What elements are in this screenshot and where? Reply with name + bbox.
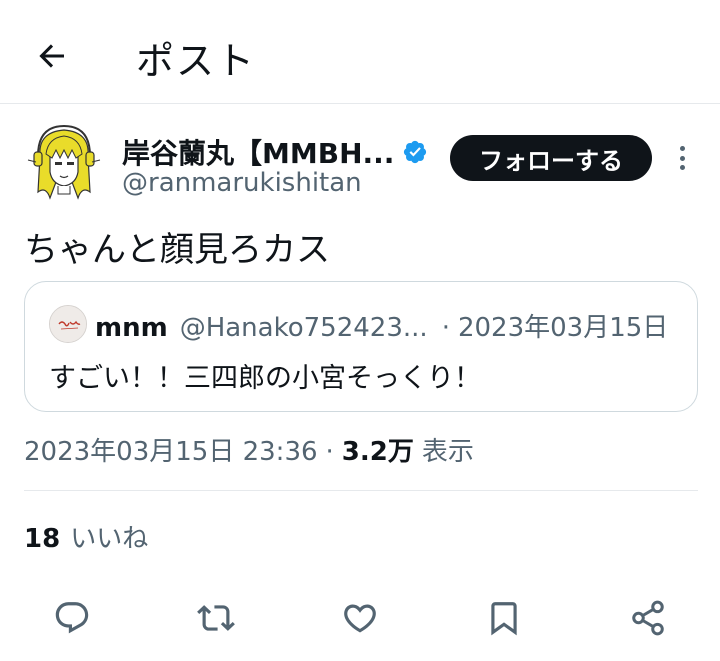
share-icon (632, 600, 664, 636)
quoted-post-card[interactable]: mnm @Hanako752423... · 2023年03月15日 すごい！！… (24, 281, 698, 412)
repost-button[interactable] (194, 596, 238, 640)
heart-icon (344, 604, 376, 633)
author-name[interactable]: 岸谷蘭丸【MMBH... (122, 132, 394, 172)
quote-text: すごい！！三四郎の小宮そっくり！ (49, 363, 481, 394)
likes-label: いいね (70, 524, 149, 554)
repost-icon (197, 605, 235, 631)
like-button[interactable] (338, 596, 382, 640)
reply-button[interactable] (50, 596, 94, 640)
post-text: ちゃんと顔見ろカス (24, 230, 330, 270)
likes-count: 18 (24, 524, 61, 554)
meta-separator: · (325, 437, 334, 467)
view-count: 3.2万 (341, 437, 414, 467)
post-timestamp[interactable]: 2023年03月15日 23:36 (24, 431, 318, 468)
divider (24, 490, 698, 491)
arrow-left-icon (39, 44, 64, 68)
page-title: ポスト (136, 39, 257, 83)
action-bar (0, 596, 720, 640)
follow-button[interactable]: フォローする (450, 135, 652, 181)
post-meta: 2023年03月15日 23:36 · 3.2万 表示 (24, 431, 474, 468)
quote-header: mnm @Hanako752423... · 2023年03月15日 (95, 307, 668, 344)
quote-author-name: mnm (95, 313, 168, 343)
reply-icon (55, 602, 89, 634)
top-bar: ポスト (0, 0, 720, 104)
more-vertical-icon (679, 146, 685, 151)
back-button[interactable] (28, 32, 76, 80)
quote-author-handle: @Hanako752423... (179, 313, 428, 343)
quote-avatar[interactable] (49, 305, 87, 343)
more-options-button[interactable] (668, 142, 696, 174)
author-handle[interactable]: @ranmarukishitan (122, 168, 362, 198)
author-name-row[interactable]: 岸谷蘭丸【MMBH... (122, 132, 428, 172)
verified-badge-icon (404, 140, 427, 164)
author-avatar[interactable] (26, 122, 102, 206)
quote-date: 2023年03月15日 (457, 313, 669, 343)
bookmark-icon (491, 602, 517, 636)
share-button[interactable] (626, 596, 670, 640)
quote-separator: · (441, 313, 450, 343)
bookmark-button[interactable] (482, 596, 526, 640)
view-label: 表示 (421, 437, 474, 467)
likes-stat[interactable]: 18 いいね (24, 518, 148, 555)
